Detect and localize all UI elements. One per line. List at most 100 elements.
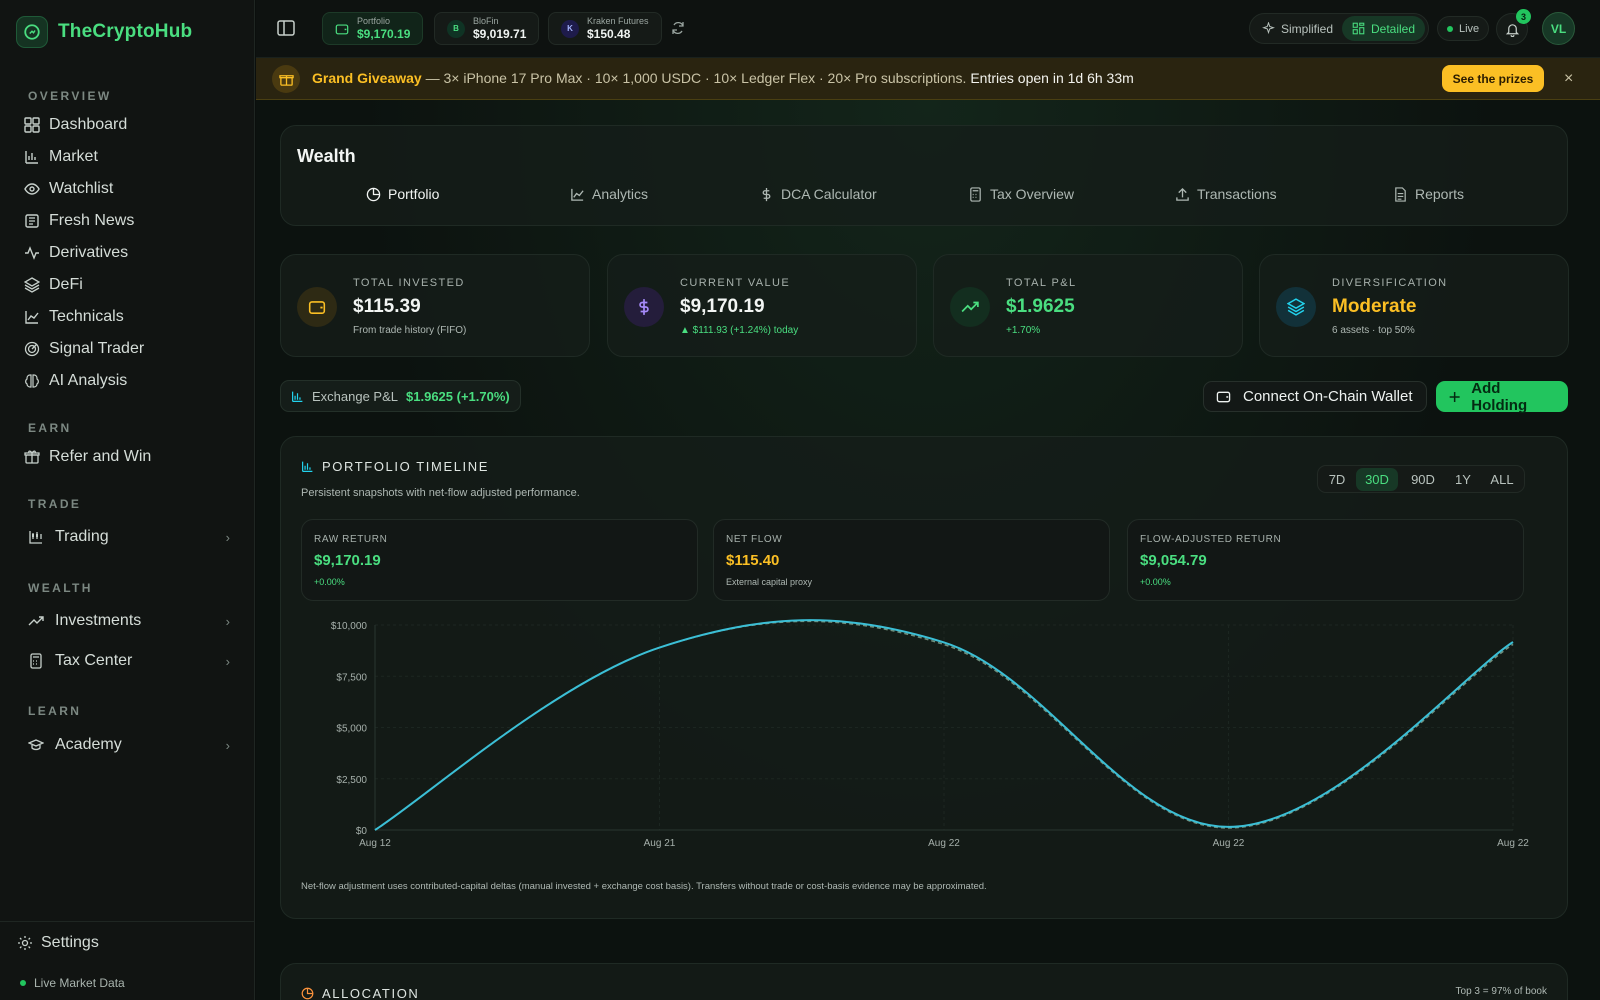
pie-chart-icon bbox=[301, 987, 314, 1000]
sidebar-item-market[interactable]: Market bbox=[24, 143, 234, 171]
live-indicator: Live bbox=[1437, 16, 1490, 41]
tab-reports[interactable]: Reports bbox=[1393, 186, 1464, 202]
wallet-icon bbox=[297, 287, 337, 327]
sidebar-item-derivatives[interactable]: Derivatives bbox=[24, 239, 234, 267]
x-tick-label: Aug 22 bbox=[1497, 838, 1529, 849]
stat-sub: From trade history (FIFO) bbox=[353, 325, 467, 336]
tab-transactions[interactable]: Transactions bbox=[1175, 186, 1277, 202]
layout-grid-icon bbox=[1352, 22, 1365, 35]
tab-analytics[interactable]: Analytics bbox=[570, 186, 648, 202]
stat-card-total-invested: TOTAL INVESTED $115.39 From trade histor… bbox=[280, 254, 590, 357]
layers-icon bbox=[1276, 287, 1316, 327]
dollar-icon bbox=[762, 187, 771, 201]
sidebar-item-technicals[interactable]: Technicals bbox=[24, 303, 234, 331]
sidebar-item-trading[interactable]: Trading › bbox=[28, 523, 238, 551]
sidebar-item-label: Academy bbox=[55, 736, 122, 753]
sidebar-item-refer[interactable]: Refer and Win bbox=[24, 443, 234, 471]
trend-up-icon bbox=[28, 616, 44, 626]
live-dot bbox=[1447, 25, 1453, 32]
x-tick-label: Aug 21 bbox=[644, 838, 676, 849]
exchange-pnl-label: Exchange P&L bbox=[312, 388, 399, 404]
sidebar-item-fresh-news[interactable]: Fresh News bbox=[24, 207, 234, 235]
sparkles-icon bbox=[1262, 22, 1275, 35]
sidebar-item-label: Technicals bbox=[49, 308, 124, 325]
metric-label: NET FLOW bbox=[726, 534, 783, 545]
notification-count-badge: 3 bbox=[1516, 9, 1531, 24]
close-icon[interactable]: × bbox=[1564, 70, 1573, 88]
avatar[interactable]: VL bbox=[1542, 12, 1575, 45]
sidebar-item-ai-analysis[interactable]: AI Analysis bbox=[24, 367, 234, 395]
dollar-icon bbox=[624, 287, 664, 327]
sidebar-item-label: Tax Center bbox=[55, 652, 133, 669]
gift-icon bbox=[272, 65, 300, 93]
mode-label: Detailed bbox=[1371, 21, 1416, 36]
x-tick-label: Aug 22 bbox=[1213, 838, 1245, 849]
stat-label: CURRENT VALUE bbox=[680, 277, 791, 289]
calculator-icon bbox=[30, 653, 42, 669]
gear-icon bbox=[18, 936, 32, 950]
metric-value: $9,170.19 bbox=[314, 552, 381, 569]
sidebar-item-label: Trading bbox=[55, 528, 109, 545]
exchange-pnl-value: $1.9625 (+1.70%) bbox=[406, 388, 510, 404]
sidebar-item-signal-trader[interactable]: Signal Trader bbox=[24, 335, 234, 363]
tab-portfolio[interactable]: Portfolio bbox=[366, 186, 439, 202]
settings-button[interactable]: Settings bbox=[17, 934, 99, 952]
section-wealth: WEALTH bbox=[28, 581, 93, 595]
y-tick-label: $7,500 bbox=[336, 672, 367, 683]
section-title: ALLOCATION bbox=[301, 986, 419, 1000]
range-7d-button[interactable]: 7D bbox=[1322, 468, 1352, 491]
mode-detailed-button[interactable]: Detailed bbox=[1342, 16, 1426, 41]
mode-simplified-button[interactable]: Simplified bbox=[1252, 16, 1343, 41]
bar-chart-icon bbox=[302, 461, 313, 472]
account-chip-blofin[interactable]: B BloFin $9,019.71 bbox=[434, 12, 540, 45]
add-holding-button[interactable]: Add Holding bbox=[1436, 380, 1568, 414]
tab-label: Analytics bbox=[592, 186, 649, 202]
metric-value: $115.40 bbox=[726, 552, 780, 569]
topbar: Portfolio $9,170.19 B BloFin $9,019.71 K… bbox=[256, 0, 1600, 58]
chevron-right-icon: › bbox=[225, 737, 230, 753]
sidebar-toggle-icon[interactable] bbox=[276, 18, 296, 38]
live-label: Live bbox=[1459, 22, 1480, 35]
activity-icon bbox=[25, 246, 39, 260]
x-axis-ticks: Aug 12 Aug 21 Aug 22 Aug 22 Aug 22 bbox=[359, 838, 1529, 849]
refresh-icon[interactable] bbox=[670, 20, 686, 36]
banner-countdown: Entries open in 1d 6h 33m bbox=[970, 70, 1134, 86]
range-1y-button[interactable]: 1Y bbox=[1448, 468, 1478, 491]
brand-name: TheCryptoHub bbox=[58, 21, 193, 42]
brand[interactable]: TheCryptoHub bbox=[16, 16, 192, 48]
range-all-button[interactable]: ALL bbox=[1482, 468, 1522, 491]
market-icon bbox=[25, 151, 38, 164]
portfolio-timeline-chart[interactable]: $0 $2,500 $5,000 $7,500 $10,000 Aug 12 Aug 21… bbox=[301, 613, 1551, 863]
range-30d-button[interactable]: 30D bbox=[1356, 468, 1398, 491]
brand-logo-icon bbox=[16, 16, 48, 48]
tab-tax-overview[interactable]: Tax Overview bbox=[968, 186, 1074, 202]
see-prizes-button[interactable]: See the prizes bbox=[1442, 65, 1544, 92]
sidebar-item-tax-center[interactable]: Tax Center › bbox=[28, 647, 238, 675]
metric-flow-adjusted-return: FLOW-ADJUSTED RETURN $9,054.79 +0.00% bbox=[1127, 519, 1524, 601]
graduation-cap-icon bbox=[28, 739, 44, 751]
stat-sub: +1.70% bbox=[1006, 325, 1041, 336]
range-90d-button[interactable]: 90D bbox=[1404, 468, 1442, 491]
divider bbox=[0, 921, 254, 922]
metric-label: RAW RETURN bbox=[314, 534, 388, 545]
stat-label: TOTAL INVESTED bbox=[353, 277, 465, 289]
wealth-card: Wealth Portfolio Analytics DCA Calculato… bbox=[280, 125, 1568, 226]
sidebar-item-defi[interactable]: DeFi bbox=[24, 271, 234, 299]
account-chip-kraken[interactable]: K Kraken Futures $150.48 bbox=[548, 12, 662, 45]
mode-label: Simplified bbox=[1281, 21, 1334, 36]
sidebar-item-investments[interactable]: Investments › bbox=[28, 607, 238, 635]
connect-wallet-button[interactable]: Connect On-Chain Wallet bbox=[1203, 381, 1427, 412]
section-trade: TRADE bbox=[28, 497, 82, 511]
eye-icon bbox=[24, 183, 40, 195]
banner-title[interactable]: Grand Giveaway bbox=[312, 70, 422, 86]
tab-dca-calculator[interactable]: DCA Calculator bbox=[759, 186, 877, 202]
sidebar-item-dashboard[interactable]: Dashboard bbox=[24, 111, 234, 139]
sidebar-item-academy[interactable]: Academy › bbox=[28, 731, 238, 759]
sidebar: TheCryptoHub OVERVIEW Dashboard Market W… bbox=[0, 0, 255, 1000]
timeline-title: PORTFOLIO TIMELINE bbox=[322, 459, 490, 474]
bell-icon bbox=[1505, 23, 1519, 37]
metric-label: FLOW-ADJUSTED RETURN bbox=[1140, 534, 1282, 545]
notifications-button[interactable]: 3 bbox=[1496, 9, 1531, 45]
sidebar-item-watchlist[interactable]: Watchlist bbox=[24, 175, 234, 203]
account-chip-portfolio[interactable]: Portfolio $9,170.19 bbox=[322, 12, 424, 45]
